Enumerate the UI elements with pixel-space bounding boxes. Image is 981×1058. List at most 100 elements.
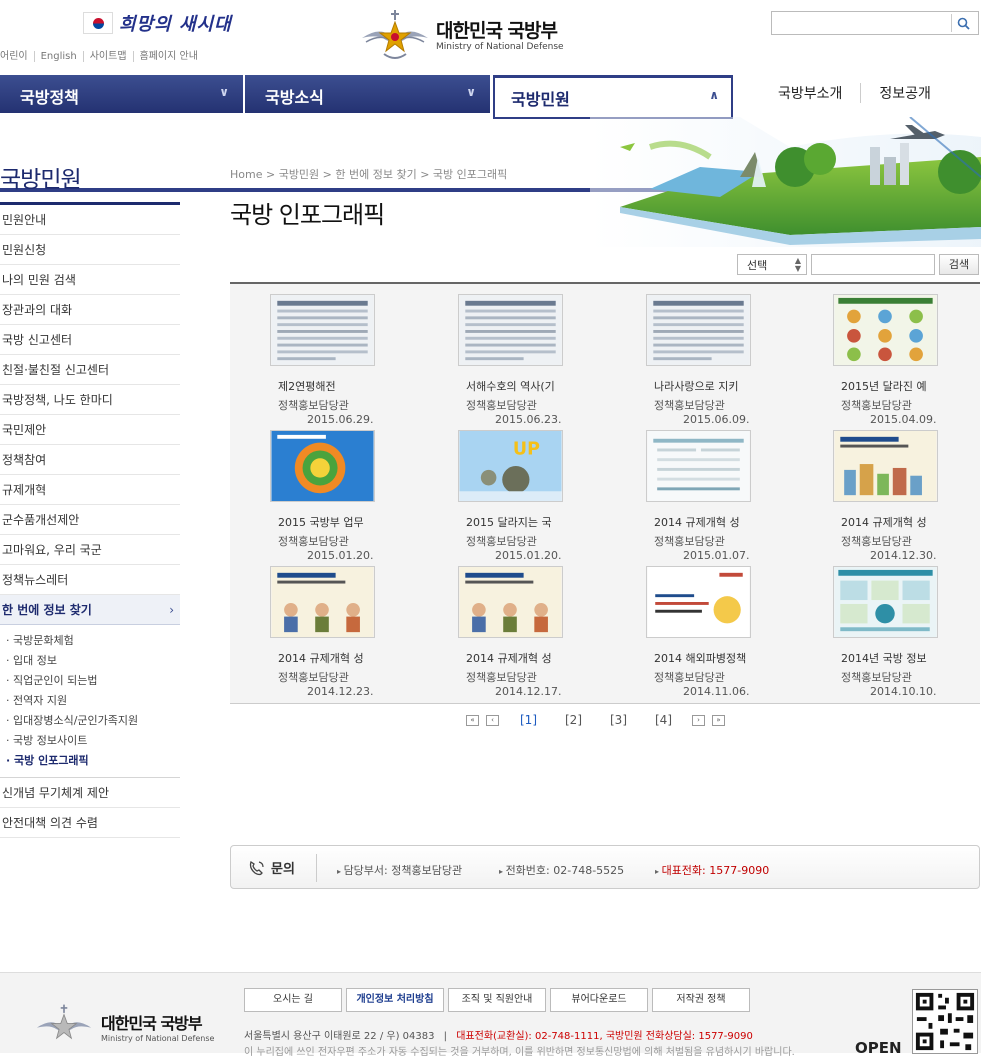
infographic-thumbnail[interactable] — [646, 294, 751, 366]
infographic-title[interactable]: 제2연평해전 — [278, 378, 370, 393]
util-link-kids[interactable]: 어린이 — [0, 51, 34, 62]
footer-link-organization[interactable]: 조직 및 직원안내 — [448, 988, 546, 1012]
infographic-title[interactable]: 2014 규제개혁 성 — [654, 514, 746, 529]
infographic-thumbnail[interactable]: UP — [458, 430, 563, 502]
infographic-thumbnail[interactable] — [646, 566, 751, 638]
page-number-current[interactable]: [1] — [520, 713, 537, 727]
search-field-select[interactable]: 선택 ▲ ▼ — [737, 254, 807, 275]
infographic-title[interactable]: 2014 규제개혁 성 — [466, 650, 558, 665]
infographic-title[interactable]: 2014 규제개혁 성 — [841, 514, 933, 529]
infographic-card[interactable]: 2014 해외파병정책 정책홍보담당관 2014.11.06. — [606, 566, 756, 698]
infographic-card[interactable]: 제2연평해전 정책홍보담당관 2015.06.29. — [230, 294, 380, 426]
infographic-title[interactable]: 나라사랑으로 지키 — [654, 378, 746, 393]
footer-link-viewer[interactable]: 뷰어다운로드 — [550, 988, 648, 1012]
infographic-thumbnail[interactable] — [270, 430, 375, 502]
page-number[interactable]: [4] — [655, 713, 672, 727]
slogan[interactable]: 희망의 새시대 — [83, 8, 232, 38]
infographic-thumbnail[interactable] — [270, 566, 375, 638]
infographic-thumbnail[interactable] — [646, 430, 751, 502]
footer-phones: 대표전화(교환실): 02-748-1111, 국방민원 전화상담실: 1577… — [456, 1031, 753, 1042]
side-subnav-item[interactable]: · 국방문화체험 — [6, 631, 180, 651]
header-search — [771, 11, 979, 35]
infographic-card[interactable]: 2015 국방부 업무 정책홍보담당관 2015.01.20. — [230, 430, 380, 562]
gnb-label: 국방소식 — [265, 88, 324, 107]
side-nav-item[interactable]: 안전대책 의견 수렴 — [0, 808, 180, 838]
side-nav-item[interactable]: 신개념 무기체계 제안 — [0, 778, 180, 808]
side-subnav-item[interactable]: · 국방 정보사이트 — [6, 731, 180, 751]
side-nav-item[interactable]: 민원안내 — [0, 205, 180, 235]
side-nav-item[interactable]: 군수품개선제안 — [0, 505, 180, 535]
infographic-card[interactable]: 2014 규제개혁 성 정책홍보담당관 2014.12.17. — [418, 566, 568, 698]
footer-logo[interactable]: 대한민국 국방부 Ministry of National Defense — [35, 1003, 214, 1049]
side-nav-item[interactable]: 민원신청 — [0, 235, 180, 265]
side-nav-item[interactable]: 정책참여 — [0, 445, 180, 475]
infographic-card[interactable]: 서해수호의 역사(기 정책홍보담당관 2015.06.23. — [418, 294, 568, 426]
side-nav-item[interactable]: 나의 민원 검색 — [0, 265, 180, 295]
infographic-department: 정책홍보담당관 — [278, 399, 349, 412]
infographic-card[interactable]: 2014 규제개혁 성 정책홍보담당관 2015.01.07. — [606, 430, 756, 562]
side-subnav-item[interactable]: · 직업군인이 되는법 — [6, 671, 180, 691]
site-logo[interactable]: 대한민국 국방부 Ministry of National Defense — [360, 8, 564, 64]
infographic-title[interactable]: 2014 규제개혁 성 — [278, 650, 370, 665]
side-nav-item[interactable]: 장관과의 대화 — [0, 295, 180, 325]
side-subnav-item[interactable]: · 입대 정보 — [6, 651, 180, 671]
util-link-sitemap[interactable]: 사이트맵 — [82, 51, 133, 62]
gnb-item-policy[interactable]: 국방정책 ∨ — [0, 75, 243, 113]
search-button[interactable] — [951, 14, 975, 32]
side-nav-item[interactable]: 규제개혁 — [0, 475, 180, 505]
first-page-icon[interactable]: « — [466, 714, 479, 726]
infographic-thumbnail[interactable] — [833, 430, 938, 502]
footer-links: 오시는 길 개인정보 처리방침 조직 및 직원안내 뷰어다운로드 저작권 정책 — [244, 988, 750, 1012]
board-search-input[interactable] — [811, 254, 935, 275]
infographic-date: 2015.01.20. — [495, 549, 562, 562]
side-nav-item[interactable]: 친절·불친절 신고센터 — [0, 355, 180, 385]
page-number[interactable]: [2] — [565, 713, 582, 727]
infographic-thumbnail[interactable] — [458, 294, 563, 366]
footer-link-location[interactable]: 오시는 길 — [244, 988, 342, 1012]
prev-page-icon[interactable]: ‹ — [486, 714, 499, 726]
side-subnav-item-current[interactable]: · 국방 인포그래픽 — [6, 751, 180, 771]
gnb-link-disclosure[interactable]: 정보공개 — [860, 83, 949, 103]
infographic-title[interactable]: 2015년 달라진 예 — [841, 378, 933, 393]
util-link-english[interactable]: English — [33, 51, 83, 62]
side-nav-item[interactable]: 고마워요, 우리 국군 — [0, 535, 180, 565]
infographic-thumbnail[interactable] — [833, 566, 938, 638]
side-subnav-item[interactable]: · 전역자 지원 — [6, 691, 180, 711]
page-number[interactable]: [3] — [610, 713, 627, 727]
infographic-card[interactable]: 2015년 달라진 예 정책홍보담당관 2015.04.09. — [793, 294, 943, 426]
infographic-title[interactable]: 2014년 국방 정보 — [841, 650, 933, 665]
breadcrumb: Home > 국방민원 > 한 번에 정보 찾기 > 국방 인포그래픽 — [230, 168, 508, 181]
infographic-department: 정책홍보담당관 — [654, 399, 725, 412]
gnb-item-news[interactable]: 국방소식 ∨ — [245, 75, 490, 113]
side-nav-item[interactable]: 국방 신고센터 — [0, 325, 180, 355]
side-nav-item-active[interactable]: 한 번에 정보 찾기 › — [0, 595, 180, 625]
infographic-card[interactable]: 나라사랑으로 지키정책홍보담당관 2015.06.09. — [606, 294, 756, 426]
infographic-card[interactable]: UP 2015 달라지는 국 정책홍보담당관 2015.01.20. — [418, 430, 568, 562]
footer-link-copyright[interactable]: 저작권 정책 — [652, 988, 750, 1012]
side-subnav-item[interactable]: · 입대장병소식/군인가족지원 — [6, 711, 180, 731]
infographic-card[interactable]: 2014년 국방 정보 정책홍보담당관 2014.10.10. — [793, 566, 943, 698]
infographic-title[interactable]: 2014 해외파병정책 — [654, 650, 746, 665]
infographic-thumbnail[interactable] — [270, 294, 375, 366]
util-link-guide[interactable]: 홈페이지 안내 — [132, 51, 204, 62]
infographic-title[interactable]: 2015 국방부 업무 — [278, 514, 370, 529]
header-search-input[interactable] — [775, 14, 945, 34]
infographic-title[interactable]: 2015 달라지는 국 — [466, 514, 558, 529]
side-nav-item[interactable]: 정책뉴스레터 — [0, 565, 180, 595]
board-search-button[interactable]: 검색 — [939, 254, 979, 275]
infographic-thumbnail[interactable] — [833, 294, 938, 366]
infographic-thumbnail[interactable] — [458, 566, 563, 638]
infographic-card[interactable]: 2014 규제개혁 성 정책홍보담당관 2014.12.23. — [230, 566, 380, 698]
footer-link-privacy[interactable]: 개인정보 처리방침 — [346, 988, 444, 1012]
next-page-icon[interactable]: › — [692, 714, 705, 726]
infographic-date: 2015.06.09. — [683, 413, 750, 426]
infographic-department: 정책홍보담당관 — [278, 535, 349, 548]
last-page-icon[interactable]: » — [712, 714, 725, 726]
infographic-card[interactable]: 2014 규제개혁 성 정책홍보담당관 2014.12.30. — [793, 430, 943, 562]
inquiry-dept: 담당부서: 정책홍보담당관 — [337, 862, 463, 878]
infographic-title[interactable]: 서해수호의 역사(기 — [466, 378, 558, 393]
gnb-link-about[interactable]: 국방부소개 — [760, 83, 860, 103]
side-nav-item[interactable]: 국방정책, 나도 한마디 — [0, 385, 180, 415]
gnb-item-civil[interactable]: 국방민원 ∧ — [493, 75, 733, 119]
side-nav-item[interactable]: 국민제안 — [0, 415, 180, 445]
